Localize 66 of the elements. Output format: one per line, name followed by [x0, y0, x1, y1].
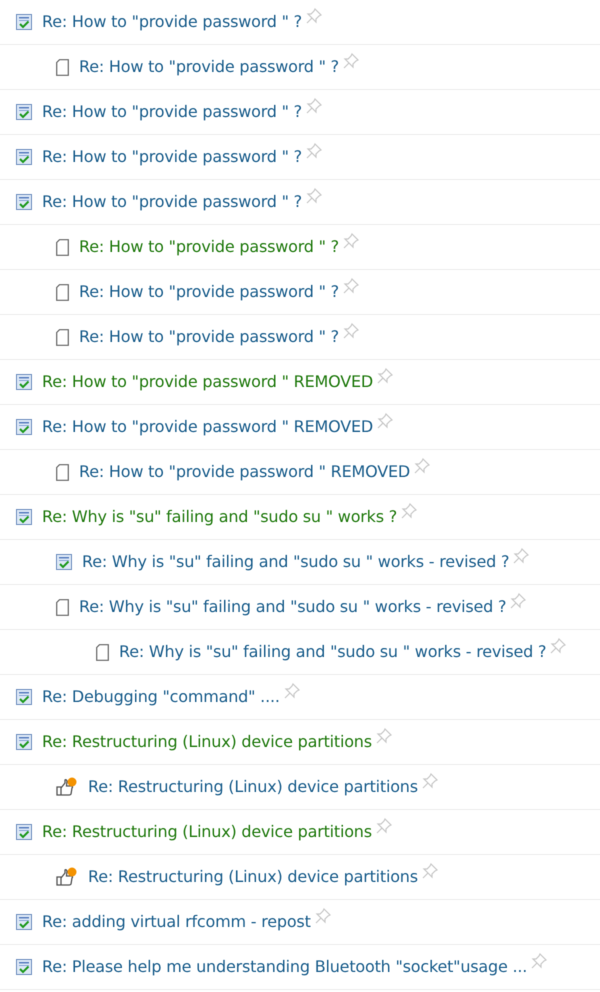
pin-icon	[401, 503, 418, 519]
checklist-icon	[16, 419, 32, 435]
page-icon	[96, 644, 109, 660]
thread-link[interactable]: Re: How to "provide password " ?	[42, 10, 302, 34]
pin-icon	[306, 8, 322, 24]
thread-link[interactable]: Re: How to "provide password " ?	[42, 190, 302, 214]
thread-link[interactable]: Re: How to "provide password " ?	[79, 235, 339, 259]
checklist-icon	[16, 14, 32, 30]
pin-icon	[377, 368, 394, 384]
pin-icon	[376, 728, 392, 744]
thread-link[interactable]: Re: How to "provide password " ?	[42, 145, 302, 169]
thread-link[interactable]: Re: Why is "su" failing and "sudo su " works - revised ?	[82, 550, 510, 574]
page-icon	[56, 284, 69, 300]
checklist-icon	[16, 824, 32, 840]
pin-icon	[342, 323, 359, 339]
page-icon	[56, 328, 69, 346]
pin-icon	[513, 548, 530, 564]
checklist-icon	[16, 734, 32, 750]
checklist-icon	[16, 104, 32, 120]
pin-icon	[422, 863, 438, 879]
page-icon	[56, 238, 69, 256]
checklist-icon	[16, 959, 32, 975]
thread-link[interactable]: Re: How to "provide password " ?	[79, 280, 339, 304]
pin-icon	[377, 413, 394, 429]
checklist-icon	[16, 914, 32, 930]
page-icon	[56, 58, 69, 76]
pin-icon	[342, 278, 359, 294]
page-icon	[56, 598, 69, 616]
thread-link[interactable]: Re: How to "provide password " ?	[79, 55, 339, 79]
thread-link[interactable]: Re: How to "provide password " ?	[79, 325, 339, 349]
pin-icon	[414, 458, 430, 474]
thread-link[interactable]: Re: Restructuring (Linux) device partitions	[88, 865, 418, 889]
page-icon	[56, 464, 69, 480]
thread-link[interactable]: Re: How to "provide password " ?	[42, 100, 302, 124]
checklist-icon	[56, 554, 72, 570]
thread-link[interactable]: Re: How to "provide password " REMOVED	[42, 370, 374, 394]
thread-link[interactable]: Re: Restructuring (Linux) device partitions	[42, 730, 372, 754]
pin-icon	[342, 53, 359, 69]
pin-icon	[531, 953, 548, 969]
thread-link[interactable]: Re: Why is "su" failing and "sudo su " works ?	[42, 505, 398, 529]
thread-link[interactable]: Re: Why is "su" failing and "sudo su " works - revised ?	[119, 640, 546, 664]
pin-icon	[422, 773, 438, 789]
thread-link[interactable]: Re: How to "provide password " REMOVED	[79, 460, 410, 484]
thread-link[interactable]: Re: Please help me understanding Bluetooth "socket"usage ...	[42, 955, 528, 979]
pin-icon	[284, 683, 300, 699]
checklist-icon	[16, 194, 32, 210]
pin-icon	[550, 638, 566, 654]
thread-link[interactable]: Re: Restructuring (Linux) device partitions	[42, 820, 372, 844]
checklist-icon	[16, 689, 32, 705]
checklist-icon	[16, 509, 32, 525]
thumbs-up-icon	[56, 867, 78, 887]
pin-icon	[306, 143, 322, 159]
checklist-icon	[16, 149, 32, 165]
pin-icon	[314, 908, 331, 924]
pin-icon	[306, 98, 322, 114]
thumbs-up-icon	[56, 777, 78, 797]
pin-icon	[510, 593, 526, 609]
pin-icon	[342, 233, 359, 249]
pin-icon	[306, 188, 322, 204]
thread-link[interactable]: Re: adding virtual rfcomm - repost	[42, 910, 311, 934]
thread-link[interactable]: Re: Why is "su" failing and "sudo su " works - revised ?	[79, 595, 506, 619]
pin-icon	[376, 818, 392, 834]
thread-link[interactable]: Re: Debugging "command" ....	[42, 685, 280, 709]
checklist-icon	[16, 374, 32, 390]
thread-link[interactable]: Re: Restructuring (Linux) device partitions	[88, 775, 418, 799]
thread-link[interactable]: Re: How to "provide password " REMOVED	[42, 415, 374, 439]
